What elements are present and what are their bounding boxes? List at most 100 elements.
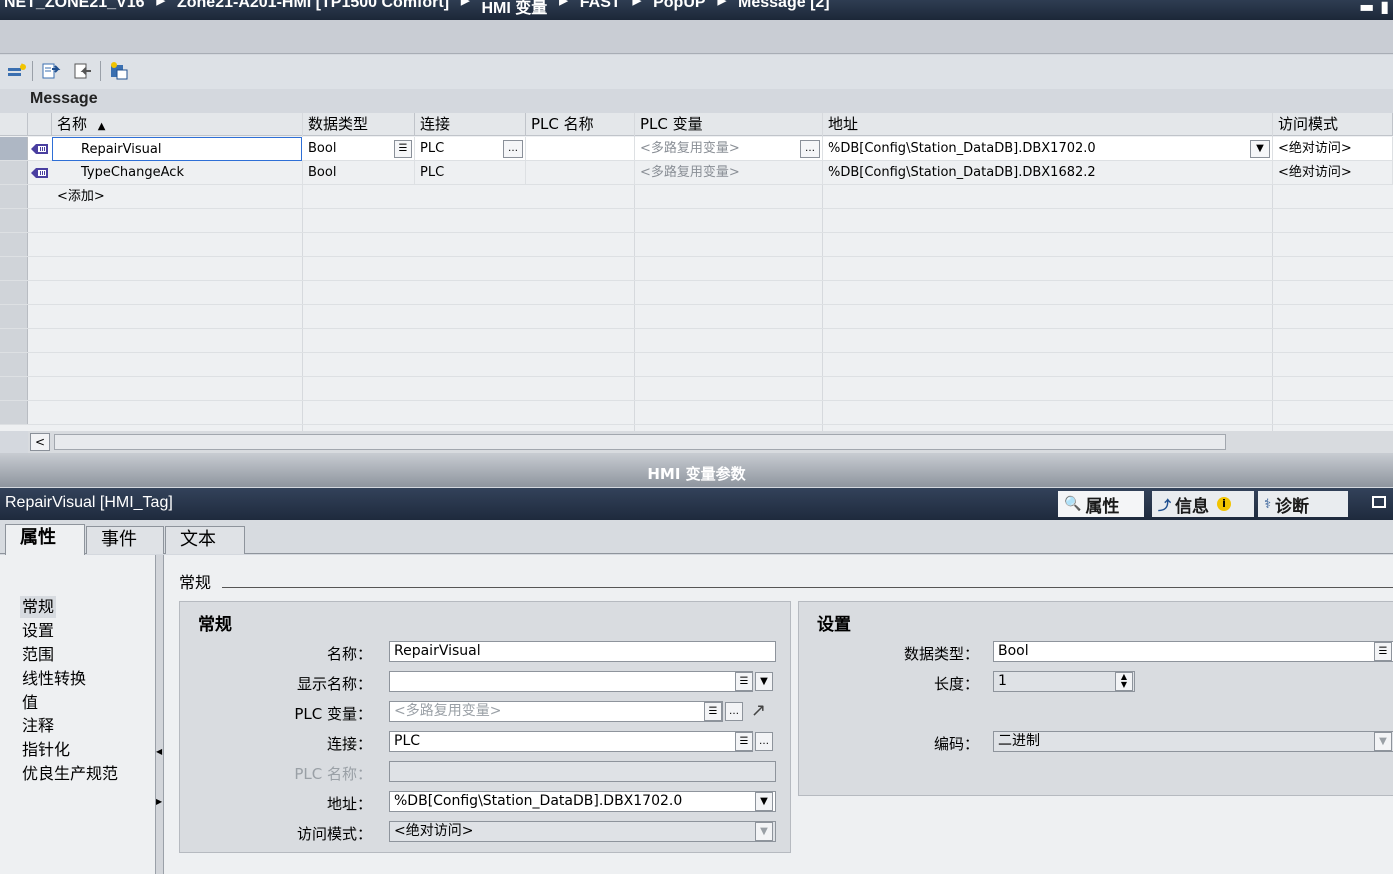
empty-row[interactable] [0, 377, 1393, 401]
nav-general[interactable]: 常规 [20, 596, 57, 618]
connection-field[interactable]: PLC [389, 731, 753, 752]
empty-row[interactable] [0, 329, 1393, 353]
subtab-events[interactable]: 事件 [86, 526, 164, 554]
column-name-label: 名称 [57, 115, 88, 133]
export-icon[interactable] [40, 60, 62, 82]
list-icon[interactable]: ☰ [735, 732, 753, 751]
cell-plc-tag[interactable]: <多路复用变量> [635, 161, 823, 185]
list-icon[interactable]: ☰ [1374, 642, 1392, 661]
column-header-access-mode[interactable]: 访问模式 [1273, 113, 1393, 136]
row-header[interactable] [0, 209, 28, 232]
goto-arrow-icon[interactable]: ↗ [751, 700, 766, 721]
table-row[interactable]: RepairVisual Bool ☰ PLC … <多路复用变量> … %DB… [0, 137, 1393, 161]
cell-plc-tag[interactable]: <多路复用变量> [635, 137, 823, 161]
empty-row[interactable] [0, 305, 1393, 329]
display-name-field[interactable] [389, 671, 753, 692]
cell-plc-name[interactable] [526, 137, 635, 161]
breadcrumb-fast[interactable]: FAST [580, 0, 621, 18]
add-tag-icon[interactable] [6, 60, 28, 82]
row-header[interactable] [0, 257, 28, 280]
cell-name[interactable]: TypeChangeAck [52, 161, 303, 185]
nav-values[interactable]: 值 [22, 692, 38, 714]
breadcrumb-device[interactable]: Zone21-A201-HMI [TP1500 Comfort] [177, 0, 449, 18]
collapse-left-icon[interactable]: ◀ [156, 747, 162, 756]
tab-properties[interactable]: 🔍 属性 [1058, 491, 1144, 517]
breadcrumb-project[interactable]: NET_ZONE21_V16 [4, 0, 145, 18]
row-header[interactable] [0, 185, 28, 208]
tab-info[interactable]: ⤴ 信息 i [1152, 491, 1254, 517]
nav-settings[interactable]: 设置 [22, 620, 54, 642]
nav-comment[interactable]: 注释 [22, 715, 54, 737]
list-icon[interactable]: ☰ [704, 702, 722, 721]
datatype-field[interactable]: Bool [993, 641, 1393, 662]
maximize-inspector-icon[interactable] [1372, 496, 1386, 508]
dropdown-icon[interactable]: ▼ [755, 672, 773, 691]
column-header-plc-name[interactable]: PLC 名称 [526, 113, 635, 136]
expand-right-icon[interactable]: ▶ [156, 797, 162, 806]
nav-gmp[interactable]: 优良生产规范 [22, 763, 118, 785]
empty-row[interactable] [0, 353, 1393, 377]
add-row[interactable]: <添加> [0, 185, 1393, 209]
breadcrumb-hmi-tags[interactable]: HMI 变量 [482, 0, 548, 18]
row-header[interactable] [0, 353, 28, 376]
row-header[interactable] [0, 401, 28, 424]
hmi-tag-icon [31, 168, 48, 178]
browse-button[interactable]: … [755, 732, 773, 751]
restore-button[interactable]: ▮ [1380, 0, 1389, 20]
row-header[interactable] [0, 377, 28, 400]
empty-row[interactable] [0, 401, 1393, 425]
column-header-plc-tag[interactable]: PLC 变量 [635, 113, 823, 136]
address-field[interactable]: %DB[Config\Station_DataDB].DBX1702.0 [389, 791, 776, 812]
cell-connection[interactable]: PLC [415, 161, 526, 185]
row-header[interactable] [0, 329, 28, 352]
row-header[interactable] [0, 161, 28, 184]
tab-diagnostics[interactable]: ⚕ 诊断 [1258, 491, 1348, 517]
breadcrumb-message[interactable]: Message [2] [738, 0, 830, 18]
subtab-texts[interactable]: 文本 [165, 526, 245, 554]
column-header-name[interactable]: 名称 ▲ [52, 113, 303, 136]
row-header[interactable] [0, 305, 28, 328]
nav-pointer[interactable]: 指针化 [22, 739, 70, 761]
list-icon[interactable]: ☰ [735, 672, 753, 691]
column-header-address[interactable]: 地址 [823, 113, 1273, 136]
import-icon[interactable] [72, 60, 94, 82]
cell-datatype[interactable]: Bool [303, 161, 415, 185]
nav-linear-scaling[interactable]: 线性转换 [22, 668, 86, 690]
connection-browse-button[interactable]: … [503, 140, 523, 158]
breadcrumb-separator-icon: ▶ [632, 0, 642, 7]
row-header[interactable] [0, 233, 28, 256]
scroll-left-icon[interactable]: < [30, 433, 50, 451]
scroll-thumb[interactable] [54, 434, 1226, 450]
add-new-tag[interactable]: <添加> [52, 185, 303, 209]
cell-name[interactable]: RepairVisual [52, 137, 302, 161]
empty-row[interactable] [0, 281, 1393, 305]
plc-tag-field[interactable]: <多路复用变量> [389, 701, 723, 722]
breadcrumb-popup[interactable]: PopUP [653, 0, 705, 18]
column-header-datatype[interactable]: 数据类型 [303, 113, 415, 136]
nav-splitter[interactable]: ◀ ▶ [155, 555, 164, 874]
cell-access-mode[interactable]: <绝对访问> [1273, 161, 1393, 185]
name-field[interactable]: RepairVisual [389, 641, 776, 662]
table-row[interactable]: TypeChangeAck Bool PLC <多路复用变量> %DB[Conf… [0, 161, 1393, 185]
horizontal-scrollbar[interactable]: < [28, 431, 1393, 453]
row-header[interactable] [0, 137, 28, 160]
plc-tag-browse-button[interactable]: … [800, 140, 820, 158]
nav-range[interactable]: 范围 [22, 644, 54, 666]
empty-row[interactable] [0, 257, 1393, 281]
discrepancy-icon[interactable] [108, 60, 130, 82]
subtab-properties[interactable]: 属性 [5, 524, 85, 555]
cell-address[interactable]: %DB[Config\Station_DataDB].DBX1682.2 [823, 161, 1273, 185]
cell-plc-name[interactable] [526, 161, 635, 185]
browse-button[interactable]: … [725, 702, 743, 721]
empty-row[interactable] [0, 209, 1393, 233]
column-header-connection[interactable]: 连接 [415, 113, 526, 136]
cell-access-mode[interactable]: <绝对访问> [1273, 137, 1393, 161]
datatype-list-icon[interactable]: ☰ [394, 140, 412, 158]
display-name-label: 显示名称： [296, 675, 372, 693]
minimize-button[interactable]: ▬ [1359, 0, 1374, 20]
row-header[interactable] [0, 281, 28, 304]
empty-row[interactable] [0, 233, 1393, 257]
address-dropdown-icon[interactable]: ▼ [1250, 140, 1270, 158]
dropdown-icon[interactable]: ▼ [755, 792, 773, 811]
cell-address[interactable]: %DB[Config\Station_DataDB].DBX1702.0 [823, 137, 1273, 161]
